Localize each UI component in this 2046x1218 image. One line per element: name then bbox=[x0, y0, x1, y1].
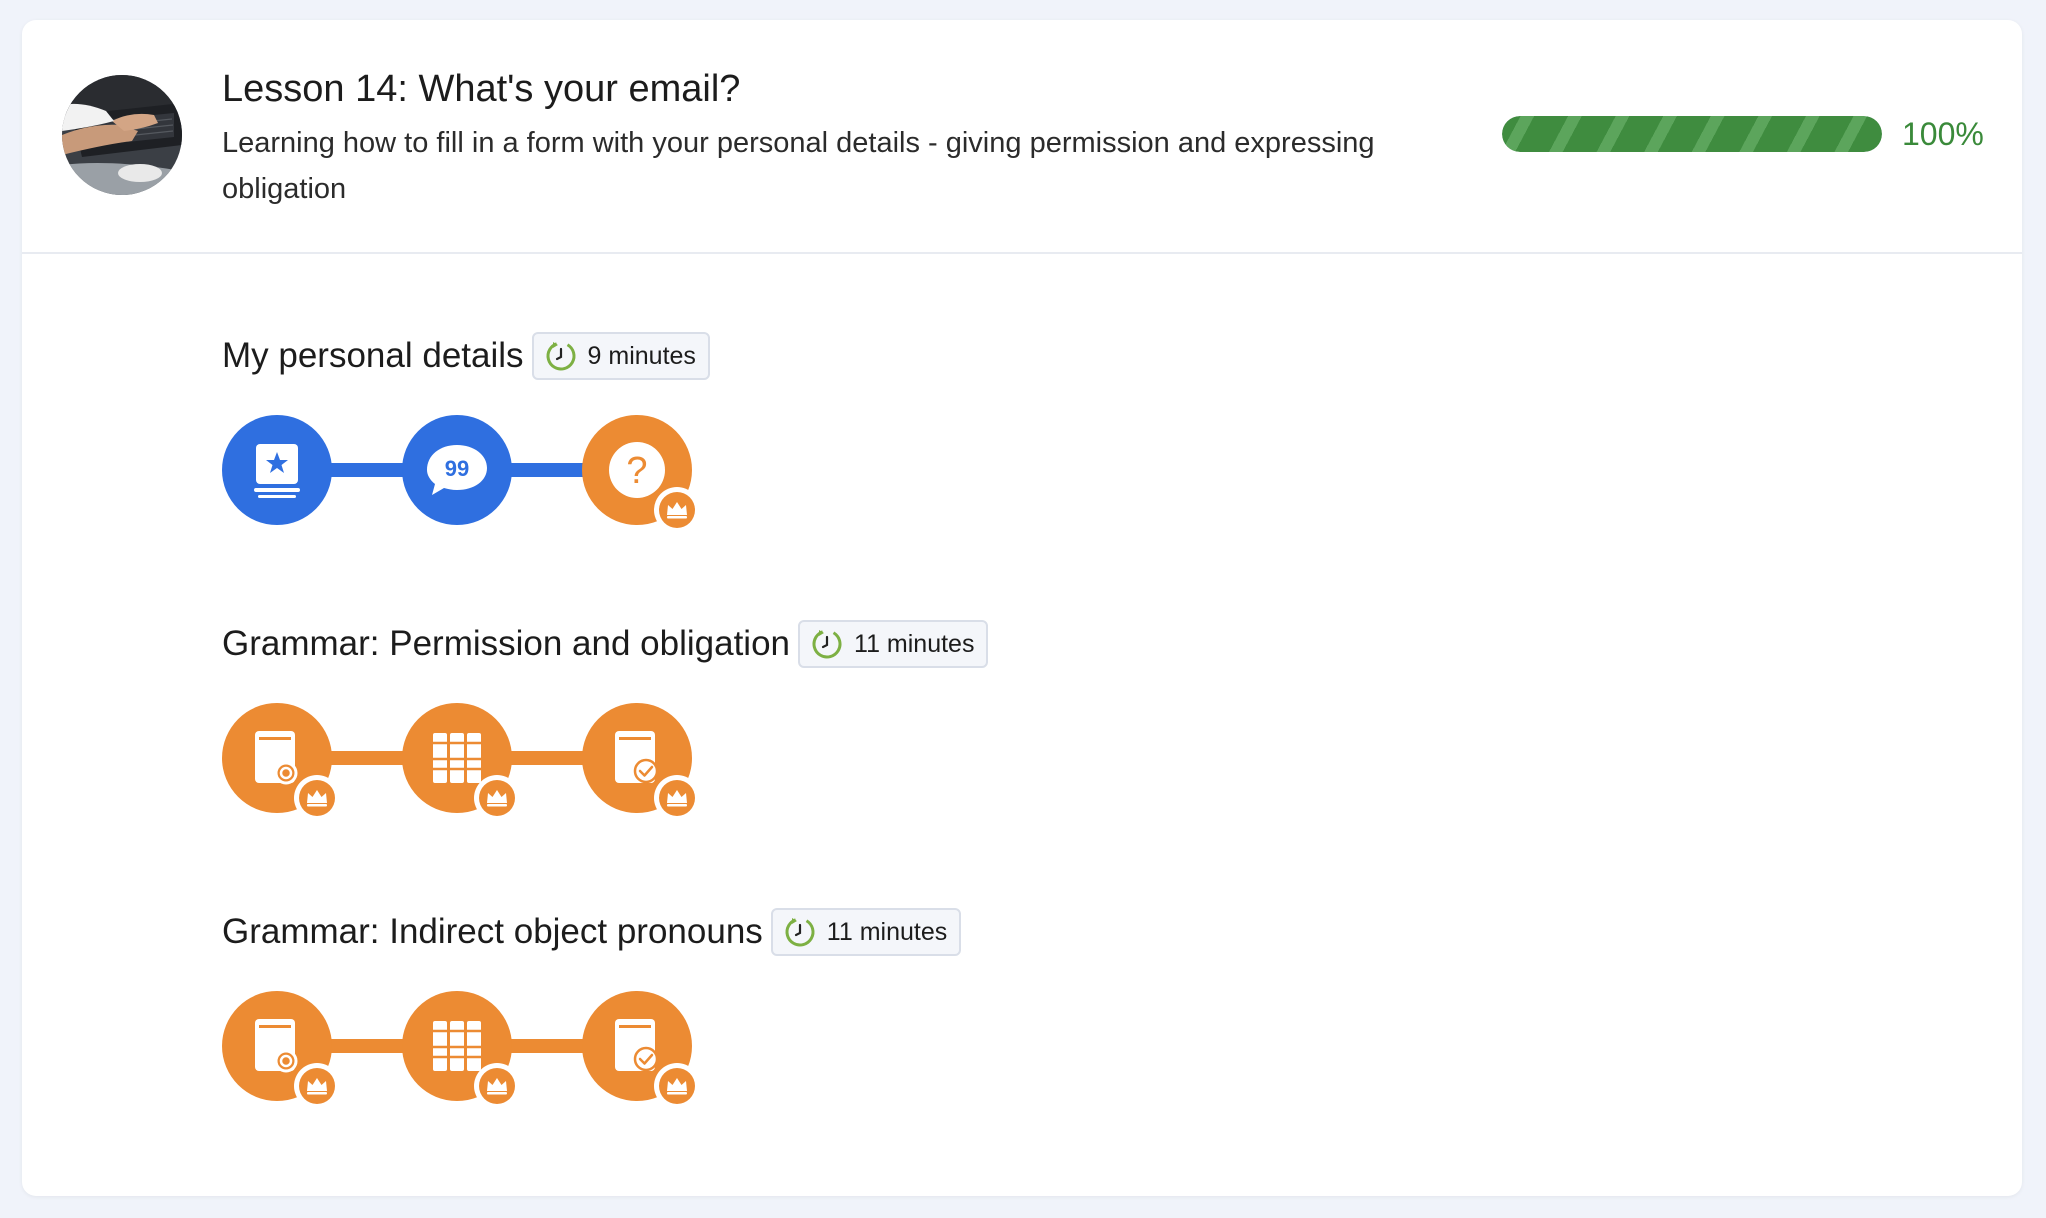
path-connector bbox=[322, 1039, 412, 1053]
lesson-thumbnail bbox=[62, 75, 182, 195]
svg-text:99: 99 bbox=[445, 456, 469, 481]
clock-icon bbox=[546, 341, 576, 371]
activity-grammar-test[interactable] bbox=[582, 991, 700, 1109]
crown-icon bbox=[479, 1068, 515, 1104]
duration-text: 11 minutes bbox=[854, 629, 975, 658]
activity-path bbox=[222, 703, 742, 833]
activity-grammar-explanation[interactable] bbox=[222, 703, 340, 821]
crown-badge bbox=[474, 1063, 520, 1109]
lesson-card: Lesson 14: What's your email? Learning h… bbox=[22, 20, 2022, 1196]
activity-quiz[interactable]: ? bbox=[582, 415, 700, 533]
path-connector bbox=[322, 751, 412, 765]
activity-dialogue[interactable]: 99 bbox=[402, 415, 512, 525]
lesson-header: Lesson 14: What's your email? Learning h… bbox=[22, 20, 2022, 254]
crown-icon bbox=[659, 1068, 695, 1104]
flashcard-star-icon bbox=[254, 444, 300, 498]
crown-badge bbox=[654, 487, 700, 533]
duration-text: 11 minutes bbox=[826, 917, 948, 946]
activity-path bbox=[222, 991, 742, 1121]
clock-icon bbox=[785, 917, 815, 947]
activity-grammar-practice[interactable] bbox=[402, 991, 520, 1109]
path-connector bbox=[502, 463, 592, 477]
crown-badge bbox=[294, 775, 340, 821]
crown-icon bbox=[299, 1068, 335, 1104]
section-header: My personal details 9 minutes bbox=[222, 331, 710, 381]
lesson-title: Lesson 14: What's your email? bbox=[222, 68, 741, 110]
crown-icon bbox=[659, 492, 695, 528]
duration-badge: 9 minutes bbox=[531, 332, 710, 380]
clock-icon bbox=[812, 629, 842, 659]
progress-bar-fill bbox=[1502, 116, 1882, 152]
section-title: Grammar: Indirect object pronouns bbox=[222, 912, 763, 951]
activity-path: 99 ? bbox=[222, 415, 742, 545]
crown-badge bbox=[654, 775, 700, 821]
activity-flashcards[interactable] bbox=[222, 415, 332, 525]
crown-icon bbox=[659, 780, 695, 816]
duration-text: 9 minutes bbox=[587, 341, 696, 370]
path-connector bbox=[322, 463, 412, 477]
progress-bar bbox=[1502, 116, 1882, 152]
section-header: Grammar: Permission and obligation 11 mi… bbox=[222, 619, 989, 669]
path-connector bbox=[502, 751, 592, 765]
section-title: Grammar: Permission and obligation bbox=[222, 624, 791, 663]
speech-bubble-quote-icon: 99 bbox=[427, 445, 487, 495]
crown-badge bbox=[294, 1063, 340, 1109]
duration-badge: 11 minutes bbox=[798, 620, 989, 668]
section-header: Grammar: Indirect object pronouns 11 min… bbox=[222, 907, 962, 957]
crown-icon bbox=[479, 780, 515, 816]
path-connector bbox=[502, 1039, 592, 1053]
lesson-description: Learning how to fill in a form with your… bbox=[222, 127, 1375, 205]
progress-percent: 100% bbox=[1902, 116, 1984, 152]
section-title: My personal details bbox=[222, 336, 524, 375]
activity-grammar-explanation[interactable] bbox=[222, 991, 340, 1109]
activity-grammar-test[interactable] bbox=[582, 703, 700, 821]
crown-badge bbox=[474, 775, 520, 821]
duration-badge: 11 minutes bbox=[770, 908, 962, 956]
activity-grammar-practice[interactable] bbox=[402, 703, 520, 821]
svg-text:?: ? bbox=[626, 450, 647, 492]
crown-icon bbox=[299, 780, 335, 816]
crown-badge bbox=[654, 1063, 700, 1109]
